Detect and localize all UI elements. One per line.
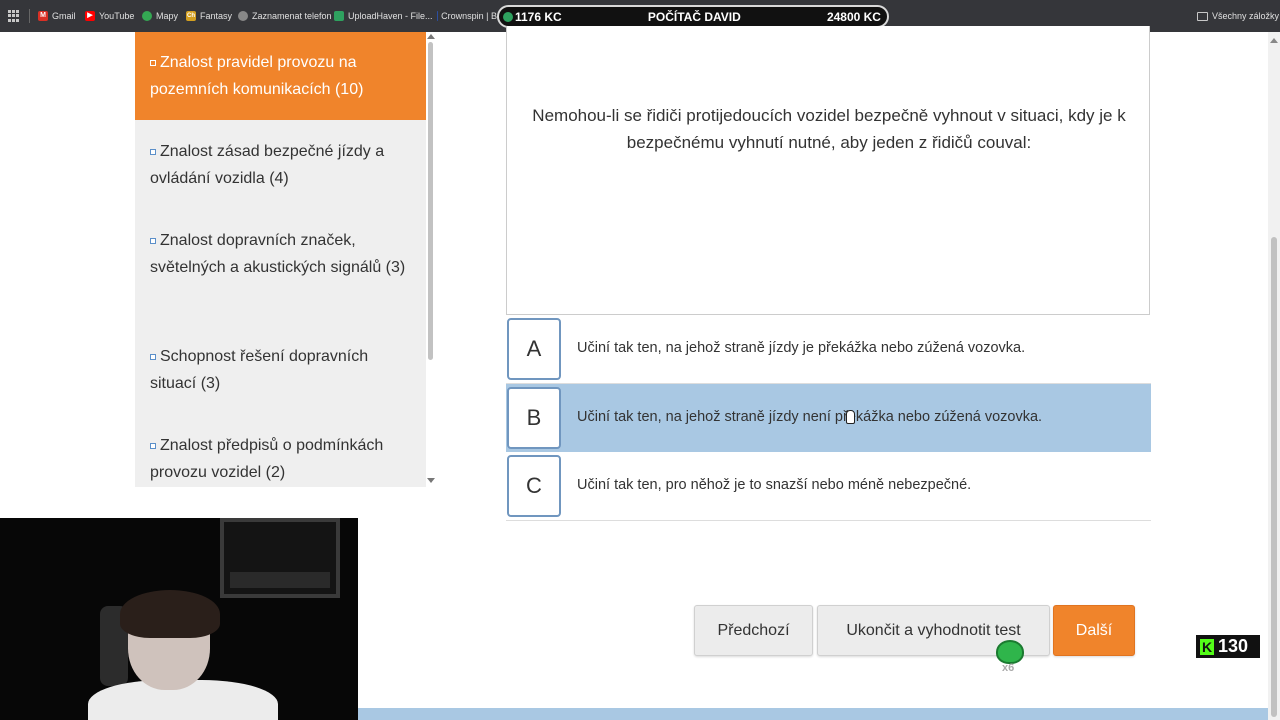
bookmark-label: Fantasy <box>200 11 233 21</box>
answer-letter: B <box>507 387 561 449</box>
category-sidebar: Znalost pravidel provozu na pozemních ko… <box>135 32 426 487</box>
page-scrollbar[interactable] <box>1268 32 1280 720</box>
category-item-pravidla-provozu[interactable]: Znalost pravidel provozu na pozemních ko… <box>135 32 426 120</box>
emote-sticker-icon <box>996 640 1024 664</box>
answer-letter: A <box>507 318 561 380</box>
background-window <box>220 518 340 598</box>
window-sill <box>230 572 330 588</box>
gmail-icon: M <box>38 11 48 21</box>
answer-option-c[interactable]: C Učiní tak ten, pro něhož je to snazší … <box>506 452 1151 521</box>
bookmark-fantasy[interactable]: Ch Fantasy <box>186 9 232 23</box>
fantasy-icon: Ch <box>186 11 196 21</box>
answer-letter: C <box>507 455 561 517</box>
bookmark-zaznamenat[interactable]: Zaznamenat telefon <box>238 9 332 23</box>
question-panel: Nemohou-li se řidiči protijedoucích vozi… <box>506 26 1150 315</box>
overlay-center-label: POČÍTAČ DAVID <box>647 9 741 24</box>
score-left: 1176 KC <box>503 10 562 24</box>
previous-button[interactable]: Předchozí <box>694 605 813 656</box>
bookmark-gmail[interactable]: M Gmail <box>38 9 76 23</box>
bullet-icon <box>150 442 156 449</box>
bookmark-youtube[interactable]: ▶ YouTube <box>85 9 134 23</box>
bullet-icon <box>150 237 156 244</box>
viewer-count-badge: K 130 <box>1196 635 1260 658</box>
all-bookmarks-label: Všechny záložky <box>1212 11 1280 21</box>
category-label: Znalost dopravních značek, světelných a … <box>150 232 406 276</box>
answer-option-b[interactable]: B Učiní tak ten, na jehož straně jízdy n… <box>506 384 1151 453</box>
scroll-up-arrow-icon[interactable] <box>427 34 435 39</box>
category-label: Znalost zásad bezpečné jízdy a ovládání … <box>150 143 385 187</box>
webcam-overlay <box>0 518 358 720</box>
bookmark-label: UploadHaven - File... <box>348 11 433 21</box>
bookmark-label: Mapy <box>156 11 179 21</box>
question-text: Nemohou-li se řidiči protijedoucích vozi… <box>532 106 1126 152</box>
globe-icon <box>238 11 248 21</box>
category-label: Znalost pravidel provozu na pozemních ko… <box>150 54 364 98</box>
hand-cursor-icon <box>846 410 855 424</box>
sidebar-scroll-thumb[interactable] <box>428 42 433 360</box>
bookmark-mapy[interactable]: Mapy <box>142 9 178 23</box>
maps-icon <box>142 11 152 21</box>
bookmark-label: Crownspin | B <box>441 11 497 21</box>
answer-text: Učiní tak ten, na jehož straně jízdy je … <box>577 340 1026 356</box>
sticker-multiplier: x6 <box>1002 662 1015 674</box>
left-amount: 1176 KC <box>515 9 562 24</box>
viewer-count: 130 <box>1218 636 1249 656</box>
bookmarks-divider <box>29 9 30 23</box>
folder-icon <box>1197 11 1208 21</box>
page-scroll-up-arrow-icon[interactable] <box>1270 38 1278 43</box>
category-item-dopravni-situace[interactable]: Schopnost řešení dopravních situací (3) <box>135 343 426 397</box>
bookmark-crownspin[interactable]: Crownspin | B <box>437 9 497 23</box>
person-hair <box>120 590 220 638</box>
category-item-predpisy-provozu[interactable]: Znalost předpisů o podmínkách provozu vo… <box>135 432 426 486</box>
all-bookmarks-folder[interactable]: Všechny záložky <box>1197 9 1279 23</box>
scroll-down-arrow-icon[interactable] <box>427 478 435 483</box>
category-label: Schopnost řešení dopravních situací (3) <box>150 348 369 392</box>
sidebar-scrollbar[interactable] <box>426 32 435 487</box>
bullet-icon <box>150 148 156 155</box>
bookmark-uploadhaven[interactable]: UploadHaven - File... <box>334 9 433 23</box>
answer-text: Učiní tak ten, pro něhož je to snazší ne… <box>577 477 972 493</box>
coin-icon <box>503 11 513 22</box>
page-scroll-thumb[interactable] <box>1271 237 1277 717</box>
category-item-dopravni-znacky[interactable]: Znalost dopravních značek, světelných a … <box>135 227 426 281</box>
right-amount: 24800 KC <box>826 9 881 24</box>
youtube-icon: ▶ <box>85 11 95 21</box>
apps-grid-icon[interactable] <box>8 10 20 22</box>
category-item-bezpecna-jizda[interactable]: Znalost zásad bezpečné jízdy a ovládání … <box>135 138 426 192</box>
answer-text: Učiní tak ten, na jehož straně jízdy nen… <box>577 409 1043 425</box>
category-label: Znalost předpisů o podmínkách provozu vo… <box>150 437 384 481</box>
answer-option-a[interactable]: A Učiní tak ten, na jehož straně jízdy j… <box>506 315 1151 384</box>
kick-logo-icon: K <box>1200 638 1214 655</box>
next-button[interactable]: Další <box>1053 605 1135 656</box>
footer-strip <box>358 708 1268 720</box>
bookmark-label: YouTube <box>99 11 135 21</box>
bullet-icon <box>150 59 156 66</box>
bookmark-label: Zaznamenat telefon <box>252 11 332 21</box>
stream-score-overlay: 1176 KC POČÍTAČ DAVID 24800 KC <box>497 5 889 28</box>
bullet-icon <box>150 353 156 360</box>
uploadhaven-icon <box>334 11 344 21</box>
bookmark-label: Gmail <box>52 11 76 21</box>
